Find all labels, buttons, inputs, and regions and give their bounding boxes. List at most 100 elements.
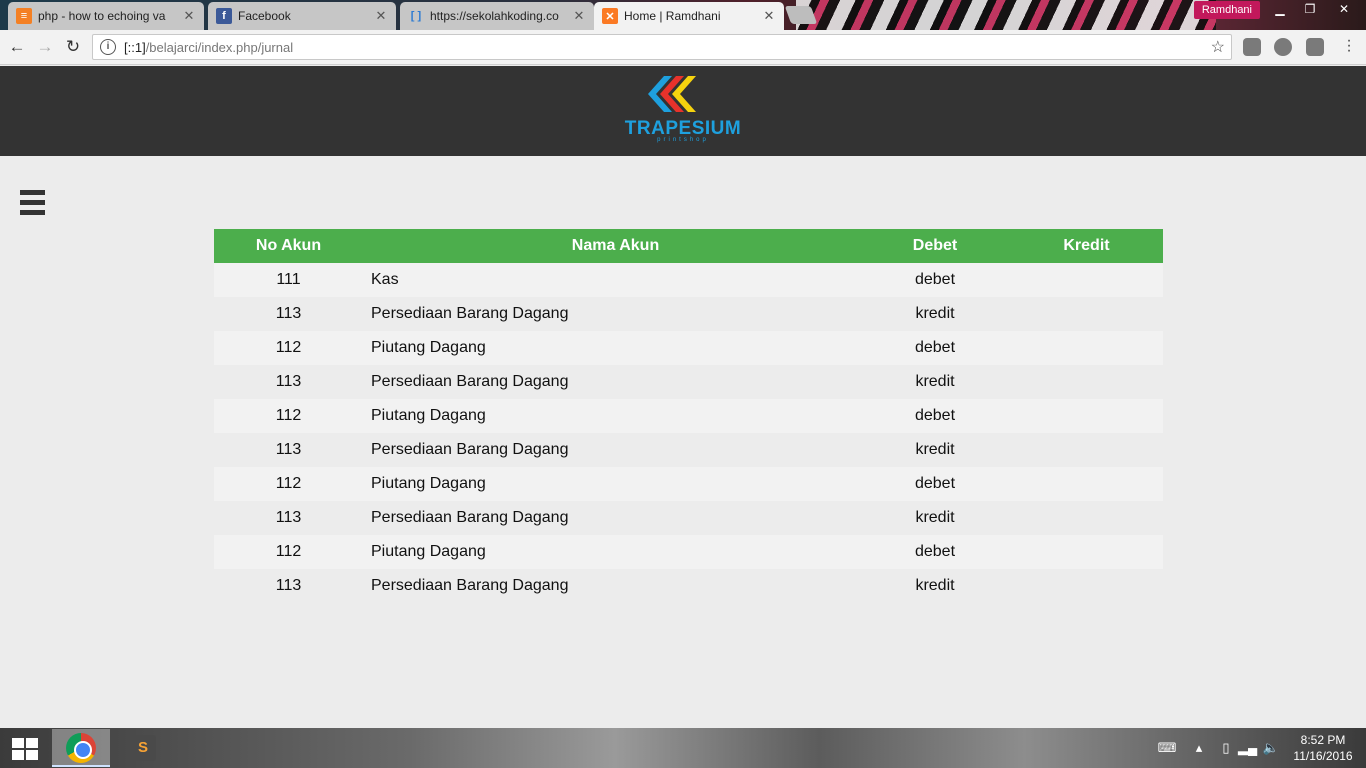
table-row: 113 Persediaan Barang Dagang kredit xyxy=(214,433,1163,467)
table-row: 112 Piutang Dagang debet xyxy=(214,535,1163,569)
cell-kredit xyxy=(1010,297,1163,331)
browser-tab-stackoverflow[interactable]: ≡ php - how to echoing va ✕ xyxy=(8,2,204,30)
battery-icon[interactable]: ▯ xyxy=(1220,740,1232,756)
table-row: 113 Persediaan Barang Dagang kredit xyxy=(214,297,1163,331)
cell-kredit xyxy=(1010,399,1163,433)
trapesium-logo[interactable]: TRAPESIUM printshop xyxy=(620,74,746,150)
cell-debet: debet xyxy=(860,263,1010,297)
forward-button[interactable]: → xyxy=(34,36,56,58)
hamburger-menu-icon[interactable] xyxy=(20,190,45,218)
extension-icon[interactable] xyxy=(1243,38,1261,56)
cell-no-akun: 113 xyxy=(214,365,363,399)
table-row: 112 Piutang Dagang debet xyxy=(214,331,1163,365)
close-tab-icon[interactable]: ✕ xyxy=(572,8,586,24)
window-background-art xyxy=(796,0,1216,30)
cell-no-akun: 113 xyxy=(214,501,363,535)
minimize-icon[interactable]: ▁ xyxy=(1264,0,1296,20)
cell-no-akun: 112 xyxy=(214,331,363,365)
stackoverflow-icon: ≡ xyxy=(16,8,32,24)
taskbar-chrome[interactable] xyxy=(52,729,110,767)
address-bar[interactable]: i [::1]/belajarci/index.php/jurnal ☆ xyxy=(92,34,1232,60)
cell-debet: kredit xyxy=(860,501,1010,535)
windows-start-icon[interactable] xyxy=(12,738,38,760)
browser-toolbar: ← → ↻ i [::1]/belajarci/index.php/jurnal… xyxy=(0,30,1366,65)
cell-nama-akun: Piutang Dagang xyxy=(363,535,860,569)
cell-nama-akun: Persediaan Barang Dagang xyxy=(363,365,860,399)
back-button[interactable]: ← xyxy=(6,36,28,58)
close-tab-icon[interactable]: ✕ xyxy=(762,8,776,24)
cell-debet: kredit xyxy=(860,569,1010,603)
cell-nama-akun: Kas xyxy=(363,263,860,297)
table-row: 111 Kas debet xyxy=(214,263,1163,297)
cell-nama-akun: Piutang Dagang xyxy=(363,331,860,365)
close-tab-icon[interactable]: ✕ xyxy=(182,8,196,24)
brackets-icon: [ ] xyxy=(410,10,422,22)
cell-no-akun: 111 xyxy=(214,263,363,297)
taskbar-sublime-text[interactable]: S xyxy=(114,729,172,767)
site-info-icon[interactable]: i xyxy=(100,39,116,55)
cell-kredit xyxy=(1010,501,1163,535)
cell-nama-akun: Persediaan Barang Dagang xyxy=(363,501,860,535)
facebook-icon: f xyxy=(216,8,232,24)
cell-kredit xyxy=(1010,467,1163,501)
xampp-icon: ✕ xyxy=(602,8,618,24)
keyboard-icon[interactable]: ⌨ xyxy=(1152,740,1182,756)
page-content: TRAPESIUM printshop No Akun Nama Akun De… xyxy=(0,66,1366,728)
profile-badge[interactable]: Ramdhani xyxy=(1193,1,1260,19)
jurnal-table: No Akun Nama Akun Debet Kredit 111 Kas d… xyxy=(214,229,1163,603)
browser-tab-home-ramdhani[interactable]: ✕ Home | Ramdhani ✕ xyxy=(594,2,784,30)
close-window-icon[interactable]: ✕ xyxy=(1328,0,1360,20)
table-row: 112 Piutang Dagang debet xyxy=(214,467,1163,501)
cell-kredit xyxy=(1010,331,1163,365)
header-debet: Debet xyxy=(860,229,1010,263)
browser-tab-sekolahkoding[interactable]: [ ] https://sekolahkoding.co ✕ xyxy=(400,2,594,30)
header-no-akun: No Akun xyxy=(214,229,363,263)
windows-taskbar: S ⌨ ▴ ▯ ▂▄ 🔈 8:52 PM 11/16/2016 xyxy=(0,728,1366,768)
table-row: 113 Persediaan Barang Dagang kredit xyxy=(214,569,1163,603)
cell-kredit xyxy=(1010,569,1163,603)
table-header-row: No Akun Nama Akun Debet Kredit xyxy=(214,229,1163,263)
close-tab-icon[interactable]: ✕ xyxy=(374,8,388,24)
table-row: 113 Persediaan Barang Dagang kredit xyxy=(214,501,1163,535)
browser-tab-facebook[interactable]: f Facebook ✕ xyxy=(208,2,396,30)
cell-kredit xyxy=(1010,433,1163,467)
tab-title: Home | Ramdhani xyxy=(624,9,721,23)
logo-chevrons-icon xyxy=(648,76,696,112)
cell-debet: kredit xyxy=(860,297,1010,331)
cell-nama-akun: Persediaan Barang Dagang xyxy=(363,569,860,603)
cell-no-akun: 112 xyxy=(214,535,363,569)
cell-debet: debet xyxy=(860,467,1010,501)
cell-kredit xyxy=(1010,263,1163,297)
clock-time: 8:52 PM xyxy=(1300,733,1346,747)
cell-debet: debet xyxy=(860,331,1010,365)
cell-no-akun: 113 xyxy=(214,569,363,603)
restore-icon[interactable]: ❐ xyxy=(1294,0,1326,20)
table-row: 112 Piutang Dagang debet xyxy=(214,399,1163,433)
extension-icon[interactable] xyxy=(1306,38,1324,56)
chrome-menu-icon[interactable]: · · · xyxy=(1346,33,1352,59)
chrome-icon xyxy=(66,733,96,763)
sublime-text-icon: S xyxy=(130,735,156,761)
cell-no-akun: 113 xyxy=(214,297,363,331)
cell-no-akun: 113 xyxy=(214,433,363,467)
bookmark-star-icon[interactable]: ☆ xyxy=(1211,37,1225,57)
table-row: 113 Persediaan Barang Dagang kredit xyxy=(214,365,1163,399)
cell-kredit xyxy=(1010,535,1163,569)
logo-subtext: printshop xyxy=(657,137,709,143)
cell-nama-akun: Piutang Dagang xyxy=(363,399,860,433)
browser-tab-strip: ≡ php - how to echoing va ✕ f Facebook ✕… xyxy=(0,0,1366,30)
volume-icon[interactable]: 🔈 xyxy=(1262,740,1280,756)
header-nama-akun: Nama Akun xyxy=(363,229,860,263)
cell-nama-akun: Persediaan Barang Dagang xyxy=(363,297,860,331)
url-path: /belajarci/index.php/jurnal xyxy=(145,39,294,55)
reload-button[interactable]: ↻ xyxy=(62,36,84,58)
clock-date: 11/16/2016 xyxy=(1293,749,1353,763)
cell-debet: debet xyxy=(860,535,1010,569)
cell-nama-akun: Piutang Dagang xyxy=(363,467,860,501)
site-header: TRAPESIUM printshop xyxy=(0,66,1366,156)
signal-icon[interactable]: ▂▄ xyxy=(1238,740,1257,756)
extension-icon[interactable] xyxy=(1274,38,1292,56)
cell-no-akun: 112 xyxy=(214,467,363,501)
tray-expand-icon[interactable]: ▴ xyxy=(1192,740,1206,756)
taskbar-clock[interactable]: 8:52 PM 11/16/2016 xyxy=(1290,732,1356,764)
